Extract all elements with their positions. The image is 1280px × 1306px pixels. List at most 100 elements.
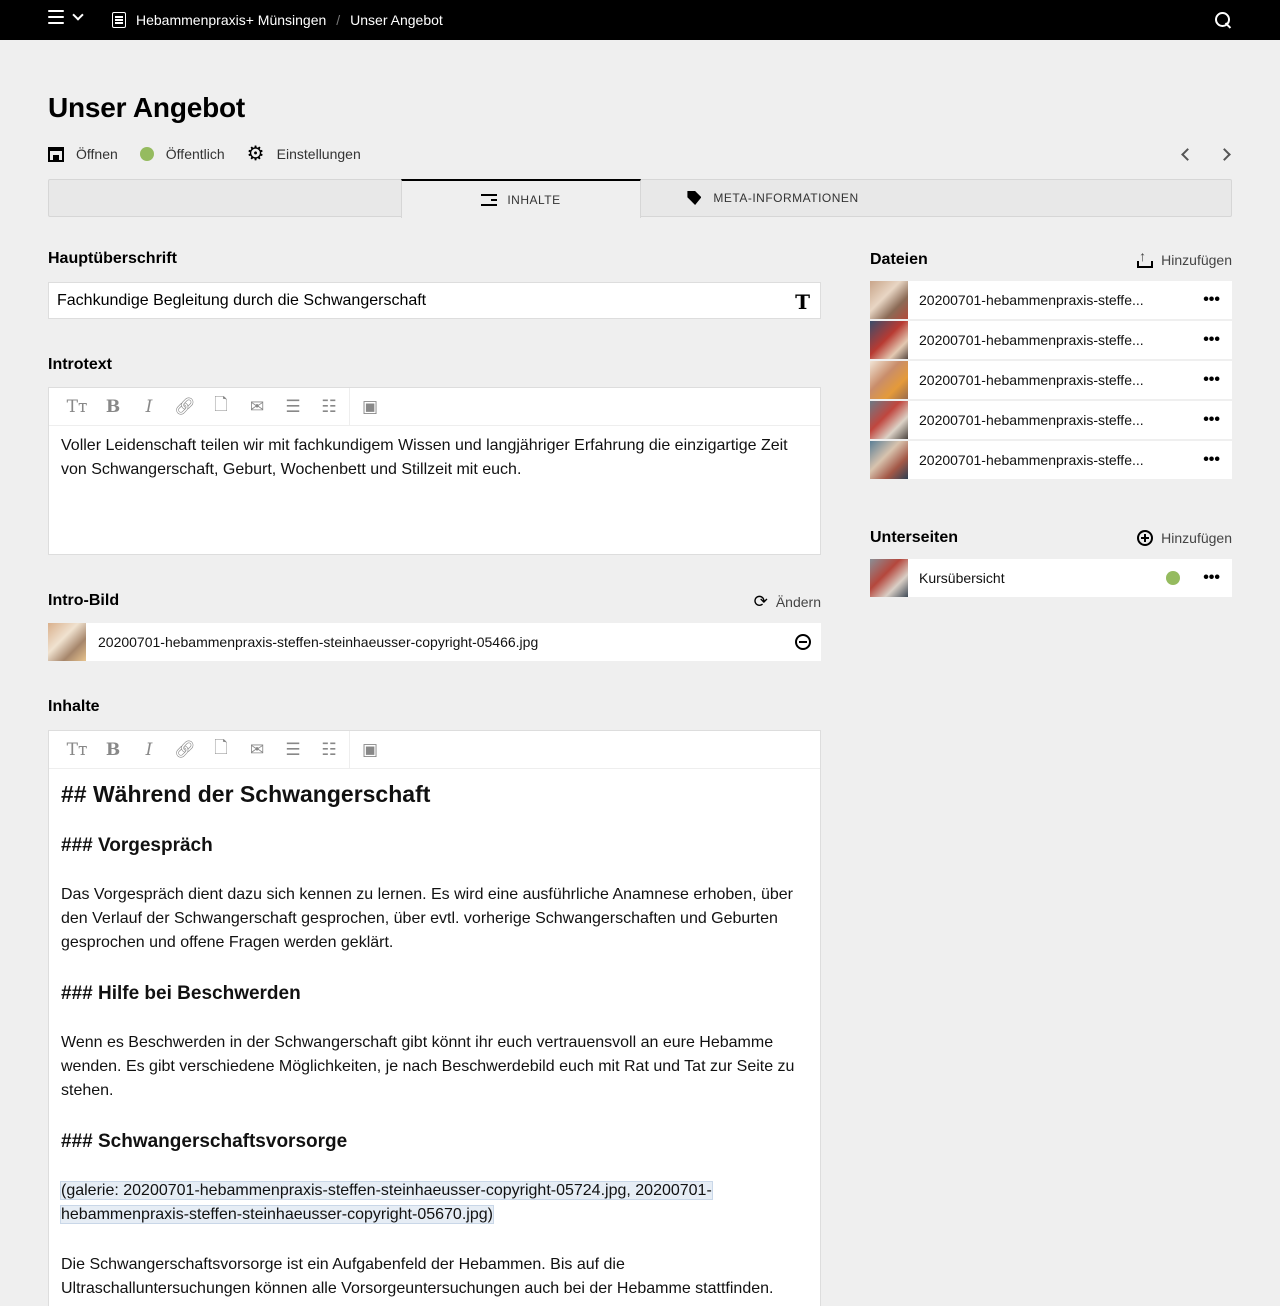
contents-label: Inhalte bbox=[48, 698, 100, 715]
numbered-list-icon[interactable]: ☷ bbox=[311, 731, 347, 769]
file-thumbnail bbox=[870, 281, 908, 319]
subpage-thumbnail bbox=[870, 559, 908, 597]
text-lines-icon bbox=[481, 193, 498, 206]
add-file-label: Hinzufügen bbox=[1161, 252, 1232, 268]
introtext-editor[interactable]: Tт B I 🔗︎ 🗋 ✉ ☰ ☷ ▣ Voller Leidenschaft … bbox=[48, 387, 821, 555]
tab-label: INHALTE bbox=[507, 192, 561, 207]
bold-icon[interactable]: B bbox=[95, 731, 131, 769]
image-thumbnail bbox=[48, 623, 86, 661]
file-name: 20200701-hebammenpraxis-steffe... bbox=[919, 372, 1144, 388]
bullet-list-icon[interactable]: ☰ bbox=[275, 388, 311, 426]
more-options-icon[interactable]: ••• bbox=[1203, 569, 1220, 587]
intro-image-filename: 20200701-hebammenpraxis-steffen-steinhae… bbox=[98, 634, 539, 650]
search-icon[interactable] bbox=[1215, 12, 1232, 29]
file-thumbnail bbox=[870, 321, 908, 359]
status-dot-icon bbox=[1166, 571, 1180, 585]
subpage-item[interactable]: Kursübersicht ••• bbox=[870, 559, 1232, 597]
more-options-icon[interactable]: ••• bbox=[1203, 451, 1220, 469]
introtext-label: Introtext bbox=[48, 356, 112, 373]
editor-toolbar: Tт B I 🔗︎ 🗋 ✉ ☰ ☷ ▣ bbox=[49, 730, 820, 769]
more-options-icon[interactable]: ••• bbox=[1203, 331, 1220, 349]
upload-icon bbox=[1137, 248, 1154, 268]
link-icon[interactable]: 🔗︎ bbox=[167, 731, 203, 769]
file-thumbnail bbox=[870, 401, 908, 439]
headline-label: Hauptüberschrift bbox=[48, 250, 177, 267]
file-icon[interactable]: 🗋 bbox=[203, 731, 239, 769]
content-heading-3: ### Hilfe bei Beschwerden bbox=[61, 983, 301, 1004]
gallery-tag: (galerie: 20200701-hebammenpraxis-steffe… bbox=[60, 1181, 713, 1224]
add-file-button[interactable]: Hinzufügen bbox=[1137, 248, 1232, 268]
file-item[interactable]: 20200701-hebammenpraxis-steffe... ••• bbox=[870, 441, 1232, 479]
file-icon[interactable]: 🗋 bbox=[203, 388, 239, 426]
add-subpage-button[interactable]: Hinzufügen bbox=[1137, 530, 1232, 546]
chevron-right-icon[interactable] bbox=[1220, 144, 1232, 164]
gear-icon: ⚙ bbox=[246, 143, 265, 165]
hamburger-icon bbox=[48, 10, 64, 24]
email-icon[interactable]: ✉ bbox=[239, 731, 275, 769]
settings-button[interactable]: ⚙ Einstellungen bbox=[246, 143, 361, 165]
refresh-icon: ⟳ bbox=[753, 592, 768, 611]
file-item[interactable]: 20200701-hebammenpraxis-steffe... ••• bbox=[870, 401, 1232, 439]
contents-editor[interactable]: Tт B I 🔗︎ 🗋 ✉ ☰ ☷ ▣ ## Während der Schwa… bbox=[48, 730, 821, 1306]
status-button[interactable]: Öffentlich bbox=[139, 146, 225, 162]
file-name: 20200701-hebammenpraxis-steffe... bbox=[919, 452, 1144, 468]
editor-toolbar: Tт B I 🔗︎ 🗋 ✉ ☰ ☷ ▣ bbox=[49, 387, 820, 426]
content-heading-3: ### Schwangerschaftsvorsorge bbox=[61, 1131, 348, 1152]
open-label: Öffnen bbox=[76, 146, 118, 162]
more-options-icon[interactable]: ••• bbox=[1203, 371, 1220, 389]
status-label: Öffentlich bbox=[165, 146, 225, 162]
breadcrumb-separator: / bbox=[336, 12, 341, 28]
headings-icon[interactable]: Tт bbox=[59, 731, 95, 769]
breadcrumb-current[interactable]: Unser Angebot bbox=[350, 12, 443, 28]
intro-image-item[interactable]: 20200701-hebammenpraxis-steffen-steinhae… bbox=[48, 623, 821, 661]
change-label: Ändern bbox=[775, 594, 821, 610]
page-title: Unser Angebot bbox=[48, 92, 246, 123]
file-name: 20200701-hebammenpraxis-steffe... bbox=[919, 292, 1144, 308]
text-type-icon: T bbox=[795, 290, 810, 314]
introtext-content[interactable]: Voller Leidenschaft teilen wir mit fachk… bbox=[49, 426, 820, 490]
headline-value: Fachkundige Begleitung durch die Schwang… bbox=[57, 292, 427, 309]
more-options-icon[interactable]: ••• bbox=[1203, 411, 1220, 429]
tab-meta-informationen[interactable]: META-INFORMATIONEN bbox=[641, 179, 905, 217]
content-paragraph: Die Schwangerschaftsvorsorge ist ein Auf… bbox=[61, 1256, 774, 1297]
subpage-list: Kursübersicht ••• bbox=[870, 559, 1232, 599]
image-icon[interactable]: ▣ bbox=[352, 388, 388, 426]
headline-input[interactable]: Fachkundige Begleitung durch die Schwang… bbox=[48, 282, 821, 319]
more-options-icon[interactable]: ••• bbox=[1203, 291, 1220, 309]
topbar: Hebammenpraxis+ Münsingen / Unser Angebo… bbox=[0, 0, 1280, 40]
file-item[interactable]: 20200701-hebammenpraxis-steffe... ••• bbox=[870, 281, 1232, 319]
tab-inhalte[interactable]: INHALTE bbox=[401, 179, 641, 218]
settings-label: Einstellungen bbox=[276, 146, 361, 162]
files-title: Dateien bbox=[870, 251, 928, 268]
numbered-list-icon[interactable]: ☷ bbox=[311, 388, 347, 426]
files-header: Dateien Hinzufügen bbox=[870, 248, 1232, 269]
content-paragraph: Das Vorgespräch dient dazu sich kennen z… bbox=[61, 886, 794, 951]
file-item[interactable]: 20200701-hebammenpraxis-steffe... ••• bbox=[870, 361, 1232, 399]
italic-icon[interactable]: I bbox=[131, 388, 167, 426]
chevron-down-icon bbox=[72, 9, 84, 21]
subpages-header: Unterseiten Hinzufügen bbox=[870, 529, 1232, 547]
bold-icon[interactable]: B bbox=[95, 388, 131, 426]
file-item[interactable]: 20200701-hebammenpraxis-steffe... ••• bbox=[870, 321, 1232, 359]
remove-icon[interactable] bbox=[795, 634, 811, 650]
subpage-name: Kursübersicht bbox=[919, 570, 1005, 586]
image-icon[interactable]: ▣ bbox=[352, 731, 388, 769]
subpages-title: Unterseiten bbox=[870, 529, 959, 546]
breadcrumb-site[interactable]: Hebammenpraxis+ Münsingen bbox=[136, 12, 326, 28]
chevron-left-icon[interactable] bbox=[1180, 144, 1192, 164]
email-icon[interactable]: ✉ bbox=[239, 388, 275, 426]
file-name: 20200701-hebammenpraxis-steffe... bbox=[919, 332, 1144, 348]
open-button[interactable]: Öffnen bbox=[48, 146, 118, 162]
link-icon[interactable]: 🔗︎ bbox=[167, 388, 203, 426]
change-image-button[interactable]: ⟳ Ändern bbox=[754, 592, 821, 612]
content-paragraph: Wenn es Beschwerden in der Schwangerscha… bbox=[61, 1034, 795, 1099]
main-menu-button[interactable] bbox=[48, 9, 84, 24]
tab-bar: INHALTE META-INFORMATIONEN bbox=[48, 179, 1232, 218]
italic-icon[interactable]: I bbox=[131, 731, 167, 769]
headings-icon[interactable]: Tт bbox=[59, 388, 95, 426]
content-heading-3: ### Vorgespräch bbox=[61, 835, 213, 856]
contents-body[interactable]: ## Während der Schwangerschaft ### Vorge… bbox=[49, 769, 820, 1306]
bullet-list-icon[interactable]: ☰ bbox=[275, 731, 311, 769]
file-list: 20200701-hebammenpraxis-steffe... ••• 20… bbox=[870, 281, 1232, 481]
add-subpage-label: Hinzufügen bbox=[1161, 530, 1232, 546]
